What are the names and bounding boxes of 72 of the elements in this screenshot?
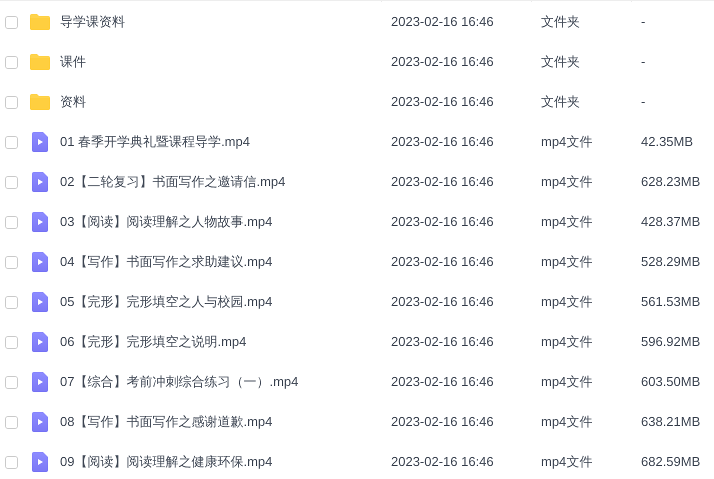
file-name[interactable]: 导学课资料: [60, 12, 391, 32]
file-size: 561.53MB: [641, 293, 700, 312]
checkbox[interactable]: [5, 376, 18, 388]
file-name[interactable]: 08【写作】书面写作之感谢道歉.mp4: [60, 412, 391, 432]
checkbox[interactable]: [5, 456, 18, 468]
video-file-icon: [32, 132, 48, 152]
file-name[interactable]: 01 春季开学典礼暨课程导学.mp4: [60, 132, 391, 152]
file-size: -: [641, 93, 646, 112]
file-name[interactable]: 02【二轮复习】书面写作之邀请信.mp4: [60, 172, 391, 192]
file-type: 文件夹: [541, 53, 581, 72]
checkbox[interactable]: [5, 16, 18, 28]
checkbox[interactable]: [5, 56, 18, 68]
video-file-icon: [32, 332, 48, 352]
video-file-icon: [32, 412, 48, 432]
checkbox[interactable]: [5, 416, 18, 428]
modified-date: 2023-02-16 16:46: [391, 253, 495, 272]
file-name[interactable]: 资料: [60, 92, 391, 112]
modified-date: 2023-02-16 16:46: [391, 413, 495, 432]
modified-date: 2023-02-16 16:46: [391, 293, 495, 312]
video-file-icon: [32, 372, 48, 392]
modified-date: 2023-02-16 16:46: [391, 13, 495, 32]
checkbox[interactable]: [5, 96, 18, 108]
file-type: mp4文件: [541, 173, 594, 192]
file-type: mp4文件: [541, 253, 594, 272]
checkbox[interactable]: [5, 296, 18, 308]
modified-date: 2023-02-16 16:46: [391, 373, 495, 392]
modified-date: 2023-02-16 16:46: [391, 53, 495, 72]
file-type: 文件夹: [541, 93, 581, 112]
file-name[interactable]: 03【阅读】阅读理解之人物故事.mp4: [60, 212, 391, 232]
file-size: 638.21MB: [641, 413, 700, 432]
checkbox[interactable]: [5, 216, 18, 228]
video-file-icon: [32, 452, 48, 472]
video-file-icon: [32, 252, 48, 272]
checkbox[interactable]: [5, 176, 18, 188]
file-name[interactable]: 07【综合】考前冲刺综合练习（一）.mp4: [60, 372, 391, 392]
file-type: mp4文件: [541, 413, 594, 432]
file-type: mp4文件: [541, 453, 594, 472]
file-type: mp4文件: [541, 333, 594, 352]
file-name[interactable]: 04【写作】书面写作之求助建议.mp4: [60, 252, 391, 272]
file-type: mp4文件: [541, 133, 594, 152]
file-size: 42.35MB: [641, 133, 694, 152]
file-name[interactable]: 课件: [60, 52, 391, 72]
file-size: 603.50MB: [641, 373, 700, 392]
file-name[interactable]: 09【阅读】阅读理解之健康环保.mp4: [60, 452, 391, 472]
modified-date: 2023-02-16 16:46: [391, 333, 495, 352]
file-size: 628.23MB: [641, 173, 700, 192]
file-type: mp4文件: [541, 373, 594, 392]
modified-date: 2023-02-16 16:46: [391, 173, 495, 192]
file-type: 文件夹: [541, 13, 581, 32]
file-size: -: [641, 13, 646, 32]
checkbox[interactable]: [5, 136, 18, 148]
file-size: 428.37MB: [641, 213, 700, 232]
video-file-icon: [32, 292, 48, 312]
checkbox[interactable]: [5, 256, 18, 268]
file-type: mp4文件: [541, 213, 594, 232]
modified-date: 2023-02-16 16:46: [391, 133, 495, 152]
file-size: 528.29MB: [641, 253, 700, 272]
file-size: 596.92MB: [641, 333, 700, 352]
modified-date: 2023-02-16 16:46: [391, 93, 495, 112]
folder-icon: [30, 94, 50, 110]
modified-date: 2023-02-16 16:46: [391, 453, 495, 472]
file-size: -: [641, 53, 646, 72]
file-name[interactable]: 05【完形】完形填空之人与校园.mp4: [60, 292, 391, 312]
folder-icon: [30, 54, 50, 70]
folder-icon: [30, 14, 50, 30]
file-size: 682.59MB: [641, 453, 700, 472]
video-file-icon: [32, 212, 48, 232]
checkbox[interactable]: [5, 336, 18, 348]
modified-date: 2023-02-16 16:46: [391, 213, 495, 232]
file-type: mp4文件: [541, 293, 594, 312]
video-file-icon: [32, 172, 48, 192]
file-name[interactable]: 06【完形】完形填空之说明.mp4: [60, 332, 391, 352]
